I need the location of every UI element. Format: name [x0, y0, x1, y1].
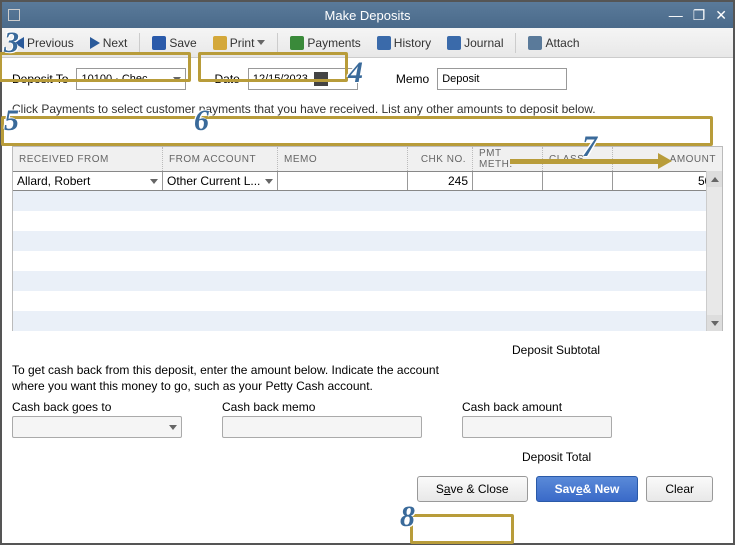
cashback-amount-label: Cash back amount [462, 400, 612, 414]
cashback-memo-input[interactable] [222, 416, 422, 438]
attach-icon [528, 36, 542, 50]
scroll-down-button[interactable] [707, 315, 722, 331]
chevron-down-icon [150, 179, 158, 184]
chevron-down-icon [265, 179, 273, 184]
next-button[interactable]: Next [84, 34, 134, 52]
date-input[interactable]: 12/15/2023 [248, 68, 358, 90]
cashback-row: Cash back goes to Cash back memo Cash ba… [12, 400, 723, 438]
cashback-goes-to-label: Cash back goes to [12, 400, 182, 414]
minimize-button[interactable]: — [669, 7, 683, 24]
arrow-right-icon [90, 37, 100, 49]
triangle-down-icon [711, 321, 719, 326]
separator [515, 33, 516, 53]
vertical-scrollbar[interactable] [706, 171, 722, 331]
cashback-memo-label: Cash back memo [222, 400, 422, 414]
memo-input[interactable]: Deposit [437, 68, 567, 90]
chevron-down-icon [257, 40, 265, 45]
grid-header: RECEIVED FROM FROM ACCOUNT MEMO CHK NO. … [13, 147, 722, 171]
col-memo[interactable]: MEMO [278, 147, 408, 171]
save-and-close-button[interactable]: Save & Close [417, 476, 528, 502]
history-button[interactable]: History [371, 34, 437, 52]
deposit-total-label: Deposit Total [522, 450, 591, 464]
date-label: Date [214, 72, 239, 86]
deposit-to-label: Deposit To [12, 72, 68, 86]
cell-memo[interactable] [278, 172, 408, 190]
save-icon [152, 36, 166, 50]
journal-icon [447, 36, 461, 50]
grid-body: Allard, Robert Other Current L... 245 50… [13, 171, 722, 331]
memo-label: Memo [396, 72, 429, 86]
cashback-instruction: To get cash back from this deposit, ente… [12, 363, 723, 394]
table-row[interactable] [13, 211, 722, 231]
chevron-down-icon [169, 425, 177, 430]
cell-received-from[interactable]: Allard, Robert [13, 172, 163, 190]
attach-button[interactable]: Attach [522, 34, 585, 52]
table-row[interactable] [13, 231, 722, 251]
table-row[interactable] [13, 251, 722, 271]
subtotal-row: Deposit Subtotal [12, 333, 723, 363]
col-chk-no[interactable]: CHK NO. [408, 147, 473, 171]
scroll-up-button[interactable] [707, 171, 722, 187]
clear-button[interactable]: Clear [646, 476, 713, 502]
separator [139, 33, 140, 53]
col-pmt-meth[interactable]: PMT METH. [473, 147, 543, 171]
cell-pmt-meth[interactable] [473, 172, 543, 190]
chevron-down-icon [173, 77, 181, 82]
table-row[interactable]: Allard, Robert Other Current L... 245 50… [13, 171, 722, 191]
print-icon [213, 36, 227, 50]
total-row: Deposit Total [12, 442, 723, 472]
system-menu-icon[interactable] [8, 9, 20, 21]
maximize-button[interactable]: ❐ [693, 7, 706, 24]
col-amount[interactable]: AMOUNT [613, 147, 722, 171]
journal-button[interactable]: Journal [441, 34, 509, 52]
history-icon [377, 36, 391, 50]
calendar-icon[interactable] [314, 72, 328, 86]
deposit-to-select[interactable]: 10100 · Chec... [76, 68, 186, 90]
content-area: Deposit To 10100 · Chec... Date 12/15/20… [2, 58, 733, 508]
col-from-account[interactable]: FROM ACCOUNT [163, 147, 278, 171]
col-received-from[interactable]: RECEIVED FROM [13, 147, 163, 171]
deposit-grid: RECEIVED FROM FROM ACCOUNT MEMO CHK NO. … [12, 146, 723, 331]
header-fields-row: Deposit To 10100 · Chec... Date 12/15/20… [12, 68, 723, 90]
save-button[interactable]: Save [146, 34, 202, 52]
table-row[interactable] [13, 271, 722, 291]
cell-from-account[interactable]: Other Current L... [163, 172, 278, 190]
table-row[interactable] [13, 291, 722, 311]
triangle-up-icon [711, 177, 719, 182]
print-button[interactable]: Print [207, 34, 272, 52]
cashback-goes-to-select[interactable] [12, 416, 182, 438]
table-row[interactable] [13, 311, 722, 331]
cell-chk-no[interactable]: 245 [408, 172, 473, 190]
cashback-amount-input[interactable] [462, 416, 612, 438]
save-and-new-button[interactable]: Save & New [536, 476, 639, 502]
arrow-left-icon [14, 37, 24, 49]
annotation-highlight [410, 514, 514, 544]
separator [277, 33, 278, 53]
title-bar: Make Deposits — ❐ ✕ [2, 2, 733, 28]
make-deposits-window: Make Deposits — ❐ ✕ Previous Next Save P… [0, 0, 735, 545]
payments-button[interactable]: Payments [284, 34, 366, 52]
window-title: Make Deposits [325, 8, 411, 23]
payments-icon [290, 36, 304, 50]
deposit-subtotal-label: Deposit Subtotal [512, 343, 600, 357]
cell-class[interactable] [543, 172, 613, 190]
button-row: Save & Close Save & New Clear [12, 476, 723, 502]
table-row[interactable] [13, 191, 722, 211]
toolbar: Previous Next Save Print Payments Histor… [2, 28, 733, 58]
instruction-text: Click Payments to select customer paymen… [12, 102, 723, 116]
close-button[interactable]: ✕ [715, 7, 727, 24]
previous-button[interactable]: Previous [8, 34, 80, 52]
col-class[interactable]: CLASS [543, 147, 613, 171]
